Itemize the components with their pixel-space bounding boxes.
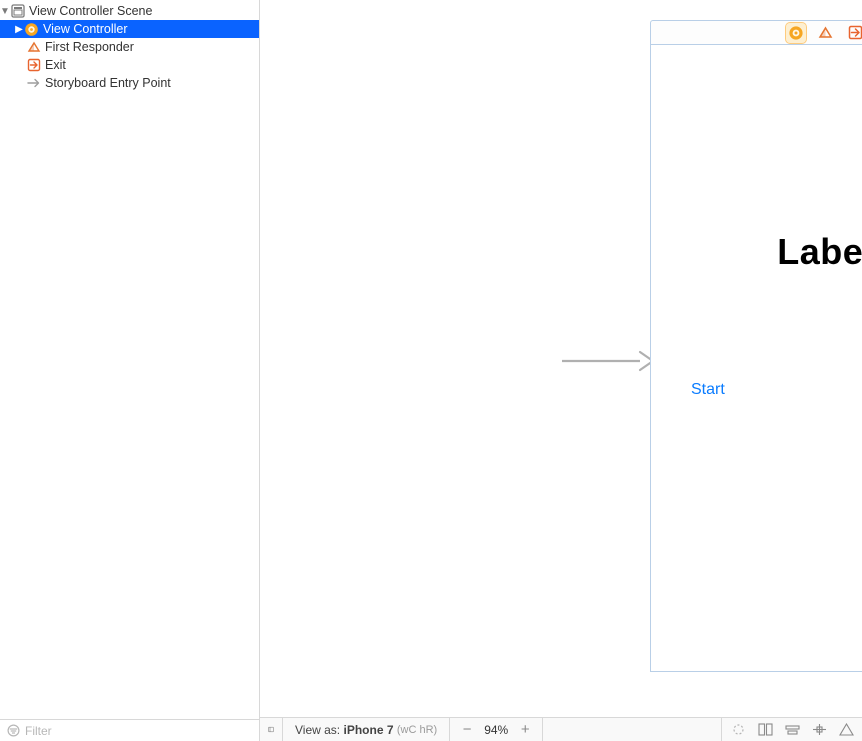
resolve-issues-icon[interactable] <box>838 723 854 737</box>
outline-label: View Controller Scene <box>29 4 152 18</box>
view-as-control[interactable]: View as: iPhone 7 (wC hR) <box>283 718 449 741</box>
device-screen[interactable]: Label Start Stop <box>650 44 862 672</box>
embed-in-icon[interactable] <box>757 723 773 737</box>
outline-row-entry-point[interactable]: Storyboard Entry Point <box>0 74 259 92</box>
start-button[interactable]: Start <box>691 381 725 399</box>
outline-tree[interactable]: ▼ View Controller Scene ▶ View Controlle… <box>0 0 259 719</box>
outline-row-viewcontroller[interactable]: ▶ View Controller <box>0 20 259 38</box>
zoom-in-button[interactable]: + <box>518 722 532 737</box>
outline-filter-bar <box>0 719 259 741</box>
viewcontroller-icon <box>24 22 39 37</box>
first-responder-icon <box>26 40 41 55</box>
outline-filter-input[interactable] <box>25 724 253 738</box>
outline-row-first-responder[interactable]: First Responder <box>0 38 259 56</box>
scene-dock-viewcontroller-icon[interactable] <box>786 23 806 43</box>
outline-row-scene[interactable]: ▼ View Controller Scene <box>0 2 259 20</box>
outline-label: Exit <box>45 58 66 72</box>
pin-icon[interactable] <box>811 723 827 737</box>
canvas-layout-tools <box>722 723 862 737</box>
ib-canvas[interactable]: Label Start Stop <box>260 0 862 717</box>
arrow-right-icon <box>26 76 41 91</box>
filter-icon <box>6 724 20 738</box>
outline-row-exit[interactable]: Exit <box>0 56 259 74</box>
view-as-label: View as: <box>295 723 340 737</box>
exit-icon <box>26 58 41 73</box>
scene-object-bar <box>650 20 862 44</box>
view-as-traits: (wC hR) <box>397 724 437 736</box>
disclosure-triangle-icon[interactable]: ▼ <box>0 6 10 17</box>
disclosure-triangle-icon[interactable]: ▶ <box>14 24 24 35</box>
scene-dock-first-responder-icon[interactable] <box>816 23 836 43</box>
outline-label: View Controller <box>43 22 128 36</box>
document-outline-panel: ▼ View Controller Scene ▶ View Controlle… <box>0 0 260 741</box>
outline-label: First Responder <box>45 40 134 54</box>
ui-label[interactable]: Label <box>651 231 862 273</box>
ib-canvas-area: Label Start Stop View as: iPhone 7 (wC h… <box>260 0 862 741</box>
zoom-value: 94% <box>484 723 508 737</box>
scene-viewcontroller[interactable]: Label Start Stop <box>650 20 862 672</box>
zoom-out-button[interactable]: − <box>460 722 474 737</box>
zoom-control: − 94% + <box>450 718 542 741</box>
align-icon[interactable] <box>784 723 800 737</box>
update-frames-icon[interactable] <box>730 723 746 737</box>
scene-dock-exit-icon[interactable] <box>846 23 862 43</box>
outline-label: Storyboard Entry Point <box>45 76 171 90</box>
storyboard-entry-arrow-icon[interactable] <box>560 349 655 373</box>
scene-icon <box>10 4 25 19</box>
toggle-outline-icon[interactable] <box>260 723 282 736</box>
canvas-bottom-bar: View as: iPhone 7 (wC hR) − 94% + <box>260 717 862 741</box>
view-as-device: iPhone 7 <box>343 723 393 737</box>
